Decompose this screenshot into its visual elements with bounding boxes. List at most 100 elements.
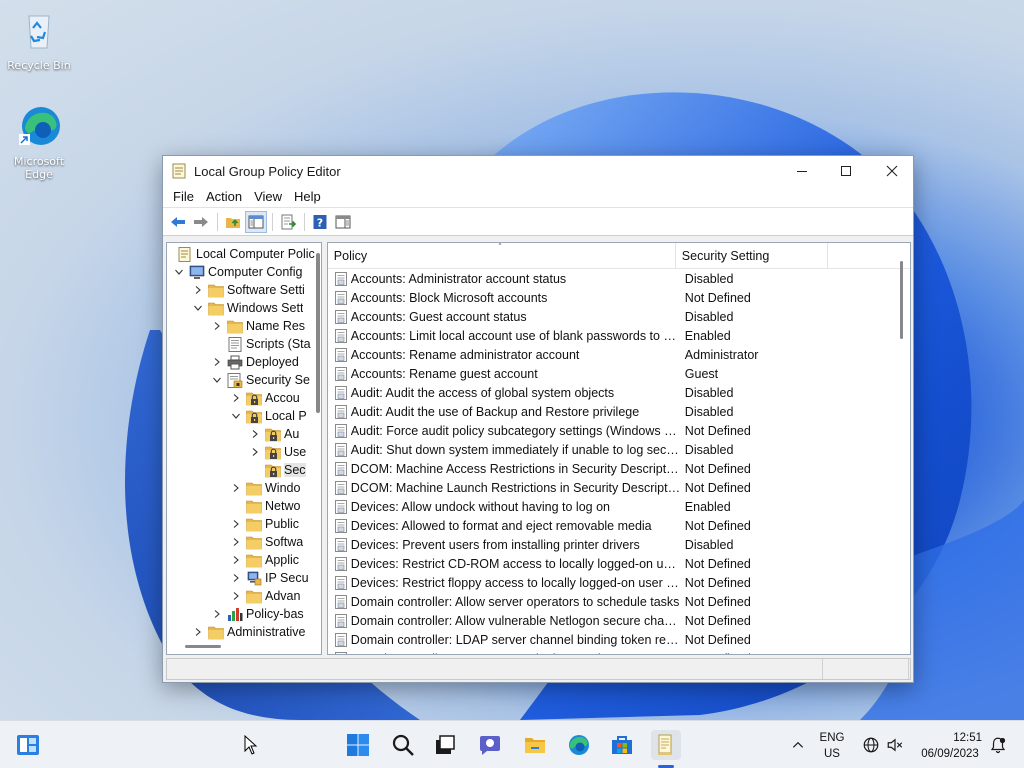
chevron-down-icon[interactable] [230,410,242,422]
chevron-right-icon[interactable] [211,320,223,332]
chevron-right-icon[interactable] [230,392,242,404]
menu-action[interactable]: Action [200,189,248,204]
policy-row[interactable]: DCOM: Machine Access Restrictions in Sec… [328,459,903,478]
title-bar[interactable]: Local Group Policy Editor [163,156,913,186]
chevron-right-icon[interactable] [249,428,261,440]
recycle-bin-shortcut[interactable]: Recycle Bin [4,8,74,72]
tree-node[interactable]: Policy-bas [167,605,317,623]
policy-row[interactable]: Accounts: Rename guest account Guest [328,364,903,383]
tree-node[interactable]: Computer Config [167,263,317,281]
list-vertical-scrollbar[interactable] [900,261,904,339]
tree-horizontal-scrollbar[interactable] [185,645,221,648]
microsoft-edge-shortcut[interactable]: Microsoft Edge [4,104,74,181]
status-bar [166,658,911,680]
edge-button[interactable] [564,730,594,760]
policy-row[interactable]: Domain controller: LDAP server signing r… [328,649,903,654]
tree-node[interactable]: Name Res [167,317,317,335]
chevron-right-icon[interactable] [192,626,204,638]
policy-row[interactable]: Devices: Restrict CD-ROM access to local… [328,554,903,573]
tree-node[interactable]: Au [167,425,317,443]
tree-node[interactable]: IP Secu [167,569,317,587]
menu-help[interactable]: Help [288,189,327,204]
task-view-button[interactable] [430,730,460,760]
start-button[interactable] [343,730,373,760]
tree-node[interactable]: Sec [167,461,317,479]
tree-node[interactable]: Use [167,443,317,461]
policy-row[interactable]: Domain controller: Allow server operator… [328,592,903,611]
tree-node[interactable]: Local Computer Polic [167,245,317,263]
export-list-button[interactable] [277,211,299,233]
policy-row[interactable]: Devices: Restrict floppy access to local… [328,573,903,592]
policy-row[interactable]: Devices: Prevent users from installing p… [328,535,903,554]
volume-button[interactable] [880,730,910,760]
policy-row[interactable]: DCOM: Machine Launch Restrictions in Sec… [328,478,903,497]
menu-view[interactable]: View [248,189,288,204]
minimize-button[interactable] [779,156,825,186]
tree-node[interactable]: Public [167,515,317,533]
notifications-button[interactable] [983,730,1013,760]
tree-node[interactable]: Local P [167,407,317,425]
show-hidden-icons-button[interactable] [783,730,813,760]
chevron-right-icon[interactable] [230,482,242,494]
chevron-down-icon[interactable] [192,302,204,314]
file-explorer-button[interactable] [520,730,550,760]
up-one-level-button[interactable] [222,211,244,233]
chevron-down-icon[interactable] [211,374,223,386]
forward-button[interactable] [190,211,212,233]
tree-node[interactable]: Windo [167,479,317,497]
chevron-right-icon[interactable] [230,536,242,548]
tree-node[interactable]: Netwo [167,497,317,515]
policy-row[interactable]: Devices: Allowed to format and eject rem… [328,516,903,535]
chat-button[interactable] [475,730,505,760]
microsoft-store-button[interactable] [607,730,637,760]
menu-file[interactable]: File [167,189,200,204]
tree-node[interactable]: Softwa [167,533,317,551]
desktop-icon-label: Microsoft Edge [13,155,65,181]
chevron-right-icon[interactable] [230,590,242,602]
tree-node[interactable]: Scripts (Sta [167,335,317,353]
policy-row[interactable]: Accounts: Administrator account status Di… [328,269,903,288]
policy-row[interactable]: Audit: Force audit policy subcategory se… [328,421,903,440]
console-tree[interactable]: Local Computer Polic Computer Config Softw… [166,242,322,655]
policy-row[interactable]: Devices: Allow undock without having to … [328,497,903,516]
policy-row[interactable]: Audit: Shut down system immediately if u… [328,440,903,459]
tree-node[interactable]: Advan [167,587,317,605]
chevron-right-icon[interactable] [211,608,223,620]
column-header-security-setting[interactable]: Security Setting [676,243,828,268]
policy-row[interactable]: Accounts: Limit local account use of bla… [328,326,903,345]
chevron-right-icon[interactable] [192,284,204,296]
show-hide-action-pane-button[interactable] [332,211,354,233]
widgets-button[interactable] [13,730,43,760]
sort-ascending-icon: ˄ [497,243,503,253]
chevron-right-icon[interactable] [211,356,223,368]
tree-node[interactable]: Applic [167,551,317,569]
tree-node[interactable]: Deployed [167,353,317,371]
chevron-right-icon[interactable] [230,554,242,566]
tree-node[interactable]: Accou [167,389,317,407]
policy-row[interactable]: Domain controller: LDAP server channel b… [328,630,903,649]
policy-row[interactable]: Accounts: Block Microsoft accounts Not De… [328,288,903,307]
tree-node[interactable]: Administrative [167,623,317,641]
help-button[interactable]: ? [309,211,331,233]
policy-row[interactable]: Domain controller: Allow vulnerable Netl… [328,611,903,630]
back-button[interactable] [167,211,189,233]
input-language-indicator[interactable]: ENG US [812,731,852,761]
policy-row[interactable]: Accounts: Rename administrator account Ad… [328,345,903,364]
chevron-right-icon[interactable] [249,446,261,458]
show-hide-console-tree-button[interactable] [245,210,267,233]
policy-row[interactable]: Audit: Audit the access of global system… [328,383,903,402]
group-policy-editor-taskbar-button[interactable] [651,730,681,760]
search-button[interactable] [388,730,418,760]
chevron-down-icon[interactable] [173,266,185,278]
tree-node[interactable]: Security Se [167,371,317,389]
chevron-right-icon[interactable] [230,572,242,584]
policy-row[interactable]: Accounts: Guest account status Disabled [328,307,903,326]
tree-node[interactable]: Windows Sett [167,299,317,317]
policy-row[interactable]: Audit: Audit the use of Backup and Resto… [328,402,903,421]
tree-node[interactable]: Software Setti [167,281,317,299]
clock[interactable]: 12:51 06/09/2023 [912,731,988,761]
chevron-right-icon[interactable] [230,518,242,530]
close-button[interactable] [869,156,915,186]
tree-vertical-scrollbar[interactable] [315,253,320,413]
maximize-button[interactable] [823,156,869,186]
